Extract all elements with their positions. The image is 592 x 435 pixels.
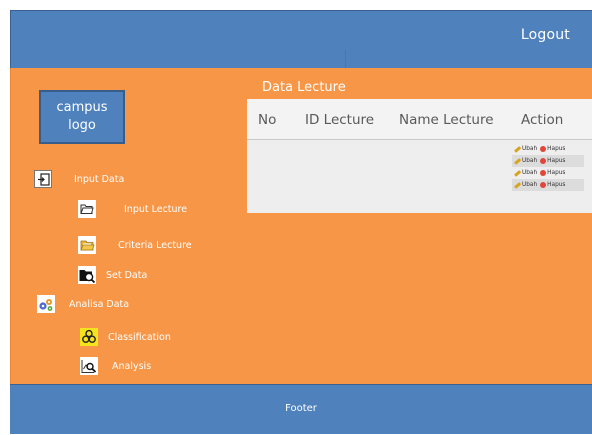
header-divider bbox=[345, 50, 346, 68]
footer-label: Footer bbox=[285, 403, 317, 414]
page-title: Data Lecture bbox=[262, 80, 346, 95]
column-header-no: No bbox=[258, 112, 277, 128]
action-column: Ubah Hapus Ubah Hapus Ubah Hapus Ubah Ha… bbox=[512, 143, 584, 191]
edit-label: Ubah bbox=[522, 146, 538, 152]
sidebar-item-label: Analisa Data bbox=[69, 298, 130, 310]
folder-open-icon bbox=[78, 236, 96, 254]
sidebar-item-input-data[interactable]: Input Data bbox=[34, 170, 124, 188]
delete-icon bbox=[540, 158, 547, 164]
table-row: Ubah Hapus bbox=[512, 155, 584, 167]
table-header: No ID Lecture Name Lecture Action bbox=[247, 99, 592, 140]
sidebar-item-label: Analysis bbox=[112, 360, 152, 372]
folder-icon bbox=[78, 200, 96, 218]
delete-label: Hapus bbox=[547, 182, 566, 188]
column-header-name-lecture: Name Lecture bbox=[399, 112, 494, 128]
logo-line-1: campus bbox=[56, 100, 108, 115]
gears-icon bbox=[37, 295, 55, 313]
sidebar-item-criteria-lecture[interactable]: Criteria Lecture bbox=[78, 236, 192, 254]
delete-button[interactable]: Hapus bbox=[540, 170, 565, 176]
delete-icon bbox=[540, 170, 547, 176]
edit-button[interactable]: Ubah bbox=[514, 145, 538, 153]
sidebar-item-label: Input Lecture bbox=[124, 203, 188, 215]
pencil-icon bbox=[514, 145, 521, 153]
column-header-id-lecture: ID Lecture bbox=[305, 112, 375, 128]
logout-button[interactable]: Logout bbox=[521, 27, 570, 43]
delete-label: Hapus bbox=[547, 146, 566, 152]
lecture-table: No ID Lecture Name Lecture Action Ubah H… bbox=[247, 99, 592, 213]
sidebar-item-set-data[interactable]: Set Data bbox=[78, 266, 147, 284]
delete-icon bbox=[540, 182, 547, 188]
footer-bar: Footer bbox=[10, 384, 592, 434]
sidebar-item-label: Criteria Lecture bbox=[118, 239, 192, 251]
sidebar-item-analysis[interactable]: Analysis bbox=[80, 357, 151, 375]
sidebar-item-label: Classification bbox=[108, 331, 171, 343]
pencil-icon bbox=[514, 169, 521, 177]
edit-label: Ubah bbox=[522, 158, 538, 164]
delete-label: Hapus bbox=[547, 158, 566, 164]
delete-icon bbox=[540, 146, 547, 152]
edit-button[interactable]: Ubah bbox=[514, 157, 538, 165]
table-row: Ubah Hapus bbox=[512, 179, 584, 191]
edit-label: Ubah bbox=[522, 170, 538, 176]
delete-button[interactable]: Hapus bbox=[540, 182, 565, 188]
sidebar-item-classification[interactable]: Classification bbox=[80, 328, 171, 346]
sidebar-item-label: Input Data bbox=[74, 173, 125, 185]
delete-label: Hapus bbox=[547, 170, 566, 176]
chart-search-icon bbox=[80, 357, 98, 375]
campus-logo: campus logo bbox=[39, 90, 125, 144]
folder-search-icon bbox=[78, 266, 96, 284]
sidebar-item-input-lecture[interactable]: Input Lecture bbox=[78, 200, 187, 218]
top-header-bar: Logout bbox=[10, 10, 592, 68]
sidebar-item-analisa-data[interactable]: Analisa Data bbox=[37, 295, 129, 313]
edit-button[interactable]: Ubah bbox=[514, 169, 538, 177]
table-row: Ubah Hapus bbox=[512, 167, 584, 179]
edit-button[interactable]: Ubah bbox=[514, 181, 538, 189]
biohazard-icon bbox=[80, 328, 98, 346]
pencil-icon bbox=[514, 181, 521, 189]
delete-button[interactable]: Hapus bbox=[540, 146, 565, 152]
column-header-action: Action bbox=[521, 112, 564, 128]
sidebar-item-label: Set Data bbox=[106, 269, 148, 281]
table-row: Ubah Hapus bbox=[512, 143, 584, 155]
edit-label: Ubah bbox=[522, 182, 538, 188]
input-arrow-icon bbox=[34, 170, 52, 188]
delete-button[interactable]: Hapus bbox=[540, 158, 565, 164]
logo-line-2: logo bbox=[68, 118, 96, 133]
pencil-icon bbox=[514, 157, 521, 165]
